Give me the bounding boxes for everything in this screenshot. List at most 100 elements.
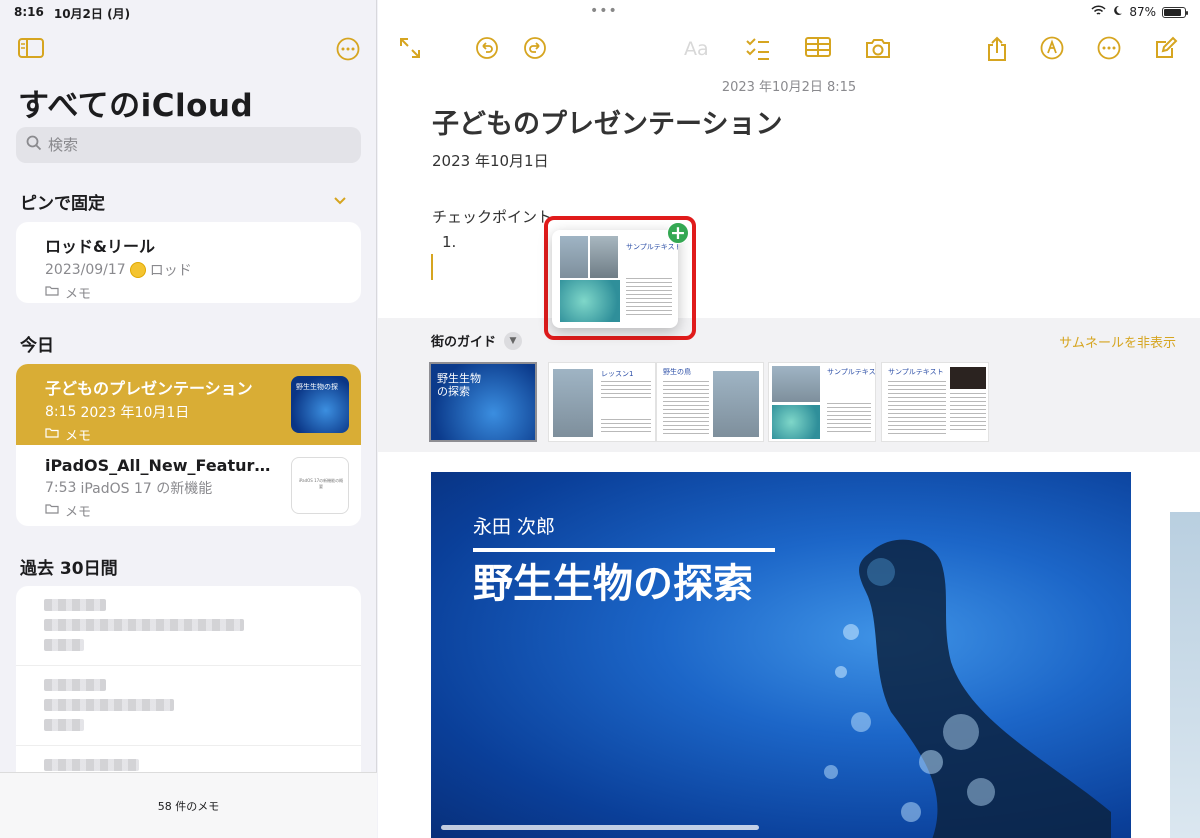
- slide-thumbnail[interactable]: 野生の鳥: [656, 362, 764, 442]
- blurred-text: [44, 699, 174, 711]
- slide-thumbnail[interactable]: サンプルテキスト: [768, 362, 876, 442]
- sidebar: 8:16 10月2日 (月) すべてのiCloud ピンで固定 ロッド&リール …: [0, 0, 377, 838]
- blurred-text: [44, 639, 84, 651]
- note-title: ロッド&リール: [45, 237, 155, 256]
- wifi-icon: [1091, 5, 1106, 19]
- past-30-days-header: 過去 30日間: [20, 559, 118, 579]
- folder-name: メモ: [65, 287, 92, 302]
- note-time: 8:15: [45, 404, 77, 420]
- camera-icon[interactable]: [864, 36, 892, 60]
- flamingo-image: [553, 369, 593, 437]
- text-format-button[interactable]: Aa: [684, 38, 709, 60]
- chevron-down-icon[interactable]: [333, 195, 347, 209]
- pelican-image: [590, 236, 618, 278]
- list-item-selected[interactable]: 子どものプレゼンテーション 8:15 2023 年10月1日 メモ 野生生物の探: [16, 364, 361, 445]
- slide-body-text: [888, 381, 946, 435]
- slide-preview-large[interactable]: 永田 次郎 野生生物の探索: [431, 472, 1131, 838]
- flamingo-image: [560, 236, 588, 278]
- redo-icon[interactable]: [523, 36, 547, 60]
- slide-body-text: [601, 419, 651, 433]
- battery-icon: [1162, 6, 1188, 18]
- night-image: [950, 367, 986, 389]
- blurred-text: [44, 719, 84, 731]
- today-header: 今日: [20, 336, 54, 356]
- pelican-image: [713, 371, 759, 437]
- note-preview: ロッド: [149, 263, 192, 279]
- fullscreen-expand-icon[interactable]: [398, 36, 422, 60]
- table-icon[interactable]: [804, 36, 832, 58]
- numbered-list-item[interactable]: 1.: [442, 233, 456, 251]
- pinned-header[interactable]: ピンで固定: [20, 189, 105, 214]
- bird-image: [772, 366, 820, 402]
- note-thumbnail: iPadOS 17の新機能の概要: [291, 457, 349, 514]
- notes-count: 58 件のメモ: [0, 772, 377, 838]
- slide-body-text: [827, 403, 871, 433]
- blurred-text: [44, 599, 106, 611]
- folder-icon: [45, 427, 59, 442]
- attachment-gallery: 街のガイド ▼ サムネールを非表示 野生生物の探索 レッスン1 野生の鳥 サンプ…: [378, 318, 1200, 452]
- slide-thumbnail[interactable]: サンプルテキスト: [881, 362, 989, 442]
- folder-icon: [45, 503, 59, 518]
- past-notes-list: [16, 586, 361, 772]
- pinned-list: ロッド&リール 2023/09/17 ロッド メモ: [16, 222, 361, 303]
- note-text[interactable]: チェックポイント: [432, 206, 552, 227]
- slide-thumbnail[interactable]: 野生生物の探索: [429, 362, 537, 442]
- gallery-header[interactable]: 街のガイド ▼: [431, 331, 523, 350]
- sea-image: [772, 405, 820, 439]
- status-date: 10月2日 (月): [53, 7, 131, 21]
- note-preview: 2023 年10月1日: [80, 405, 190, 421]
- list-item[interactable]: ロッド&リール 2023/09/17 ロッド メモ: [16, 222, 361, 303]
- dragged-slide-preview[interactable]: サンプルテキスト: [552, 230, 678, 328]
- note-title: 子どものプレゼンテーション: [45, 379, 253, 398]
- note-timestamp: 2023 年10月2日 8:15: [721, 80, 857, 95]
- share-icon[interactable]: [985, 36, 1009, 62]
- list-item-blurred[interactable]: [16, 746, 361, 772]
- thumbnail-text: 野生生物の探: [296, 383, 338, 391]
- status-left: 8:16 10月2日 (月): [14, 5, 130, 22]
- note-editor: ••• 87% Aa 2023 年10月2日 8:15 子どものプレゼンテーショ…: [378, 0, 1200, 838]
- sidebar-toggle-icon[interactable]: [17, 37, 45, 63]
- status-right: 87%: [1091, 5, 1188, 19]
- slide-label: 野生の鳥: [663, 368, 691, 376]
- folder-name: メモ: [65, 429, 92, 444]
- blurred-text: [44, 759, 139, 771]
- hide-thumbnails-button[interactable]: サムネールを非表示: [1059, 332, 1176, 351]
- note-preview: iPadOS 17 の新機能: [80, 481, 213, 497]
- compose-icon[interactable]: [1154, 36, 1178, 60]
- list-item[interactable]: iPadOS_All_New_Features... 7:53 iPadOS 1…: [16, 445, 361, 526]
- slide-label: サンプルテキスト: [888, 368, 944, 376]
- more-options-icon[interactable]: [1097, 36, 1121, 60]
- sea-image: [560, 280, 620, 322]
- horizontal-scrollbar[interactable]: [441, 825, 759, 830]
- list-item-blurred[interactable]: [16, 586, 361, 666]
- multitasking-handle[interactable]: •••: [590, 3, 618, 19]
- note-text[interactable]: 2023 年10月1日: [432, 150, 549, 171]
- note-date: 2023/09/17: [45, 262, 126, 278]
- sea-lion-image: [824, 539, 1111, 838]
- chevron-down-icon[interactable]: ▼: [504, 331, 523, 350]
- search-icon: [26, 135, 42, 155]
- folder-title: すべてのiCloud: [18, 88, 254, 124]
- plus-icon: +: [667, 222, 689, 244]
- undo-icon[interactable]: [475, 36, 499, 60]
- text-cursor: [431, 254, 433, 280]
- markup-pen-icon[interactable]: [1040, 36, 1064, 60]
- checklist-icon[interactable]: [745, 36, 771, 62]
- card-body-text: [626, 278, 672, 318]
- list-item-blurred[interactable]: [16, 666, 361, 746]
- slide-title: 野生生物の探索: [473, 561, 753, 607]
- more-options-icon[interactable]: [336, 37, 360, 65]
- status-time: 8:16: [14, 5, 44, 19]
- slide-thumbnail[interactable]: レッスン1: [548, 362, 656, 442]
- slide-body-text: [950, 393, 986, 433]
- next-slide-edge[interactable]: [1170, 512, 1200, 838]
- note-heading[interactable]: 子どものプレゼンテーション: [432, 102, 782, 141]
- divider: [473, 548, 775, 552]
- search-field[interactable]: [16, 127, 361, 163]
- slide-author: 永田 次郎: [473, 516, 556, 538]
- slide-label: 野生生物の探索: [437, 372, 481, 398]
- search-input[interactable]: [48, 136, 348, 154]
- note-time: 7:53: [45, 480, 77, 496]
- slide-label: サンプルテキスト: [827, 368, 876, 376]
- gallery-title: 街のガイド: [431, 335, 497, 350]
